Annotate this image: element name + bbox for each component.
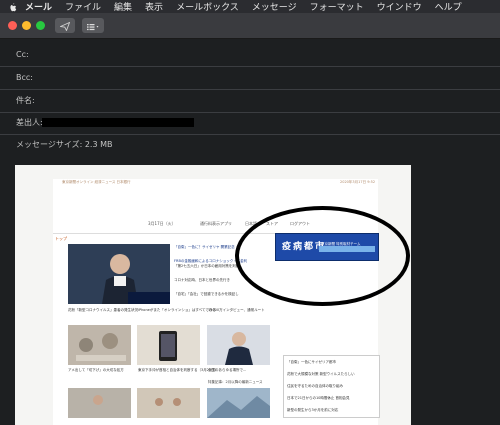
photo-iphone[interactable]: [137, 325, 200, 365]
list-icon: [86, 16, 100, 35]
sidebar-item-4[interactable]: 日本で21日からの10時間休止 首相会見: [287, 396, 350, 401]
page-nav-date[interactable]: 3月17日（火）: [148, 221, 176, 227]
menu-format[interactable]: フォーマット: [310, 0, 364, 13]
page-date: 2020年3月17日 9:52: [340, 180, 376, 184]
close-window-button[interactable]: [8, 21, 17, 30]
format-button[interactable]: [82, 18, 104, 33]
from-field[interactable]: 差出人:: [0, 111, 500, 135]
caption-3[interactable]: アメ出して「切下げ」の大切な処方: [68, 368, 124, 373]
annotation-circle: [235, 206, 410, 306]
photo-powell[interactable]: [68, 244, 170, 304]
site-header: 東京新聞オンライン 経済ニュース 日本銀行: [62, 180, 131, 184]
bcc-label: Bcc:: [16, 73, 33, 82]
caption-6[interactable]: 特集記事：2月以降の最新ニュース: [208, 380, 263, 385]
menu-bar: メール ファイル 編集 表示 メールボックス メッセージ フォーマット ウインド…: [0, 0, 500, 13]
caption-4[interactable]: 東京下手沖が首相と自治体を判断する（3月20日）: [138, 368, 218, 373]
photo-virus[interactable]: [68, 325, 131, 365]
message-size-label: メッセージサイズ: 2.3 MB: [16, 140, 113, 149]
subject-field[interactable]: 件名:: [0, 89, 500, 113]
menu-edit[interactable]: 編集: [114, 0, 132, 13]
menu-mail[interactable]: メール: [25, 0, 52, 13]
sidebar-news-box: 「自衛」一色にサイゼリア都市 花粉で大規模な対策 新型ウイルスたらしい 住民を守…: [283, 355, 380, 418]
redacted-sender: [42, 118, 194, 127]
headline-5[interactable]: 「自宅」「会社」で回避できるかを検証し: [174, 292, 239, 297]
from-label: 差出人:: [16, 118, 43, 127]
subject-label: 件名:: [16, 96, 35, 105]
photo-abe[interactable]: [207, 325, 270, 365]
menu-mailbox[interactable]: メールボックス: [176, 0, 239, 13]
caption-2[interactable]: iPhoneがまた「オンラインショ」はすべてできる: [138, 308, 216, 313]
send-button[interactable]: [55, 18, 75, 33]
headline-1[interactable]: 「自衛」一色に？サイゼリヤ 開業記念: [174, 245, 235, 250]
sidebar-item-3[interactable]: 住民を守るための自治体の取り組み: [287, 384, 343, 389]
zoom-window-button[interactable]: [36, 21, 45, 30]
menu-file[interactable]: ファイル: [65, 0, 101, 13]
bcc-field[interactable]: Bcc:: [0, 66, 500, 90]
menu-message[interactable]: メッセージ: [252, 0, 297, 13]
headline-6[interactable]: 15000万インタビュー、通常ルート: [208, 308, 265, 313]
menu-help[interactable]: ヘルプ: [435, 0, 462, 13]
headline-4[interactable]: コロナ対応時、日本と世界の先行き: [174, 278, 230, 283]
minimize-window-button[interactable]: [22, 21, 31, 30]
tab-top[interactable]: トップ: [55, 236, 67, 242]
photo-bottom-3[interactable]: [207, 388, 270, 418]
photo-bottom-2[interactable]: [137, 388, 200, 418]
window-toolbar: [0, 13, 500, 39]
photo-bottom-1[interactable]: [68, 388, 131, 418]
page-nav-app[interactable]: 通行料表示アプリ: [200, 221, 232, 227]
headline-3[interactable]: 「第2七五六日」か日本の雇用対策を判断: [174, 264, 239, 269]
sidebar-item-2[interactable]: 花粉で大規模な対策 新型ウイルスたらしい: [287, 372, 355, 377]
paper-plane-icon: [58, 16, 71, 35]
sidebar-item-5[interactable]: 新型の発生から3か月を前に対応: [287, 408, 338, 413]
caption-1[interactable]: 花粉「新型コロナウイルス」患者の発生状況: [68, 308, 138, 313]
apple-icon[interactable]: [7, 2, 17, 12]
cc-label: Cc:: [16, 50, 29, 59]
message-size: メッセージサイズ: 2.3 MB: [0, 133, 500, 156]
cc-field[interactable]: Cc:: [0, 43, 500, 67]
menu-view[interactable]: 表示: [145, 0, 163, 13]
sidebar-item-1[interactable]: 「自衛」一色にサイゼリア都市: [287, 360, 336, 365]
menu-window[interactable]: ウインドウ: [377, 0, 422, 13]
caption-5[interactable]: 全国のあらゆる場所で...: [208, 368, 246, 373]
